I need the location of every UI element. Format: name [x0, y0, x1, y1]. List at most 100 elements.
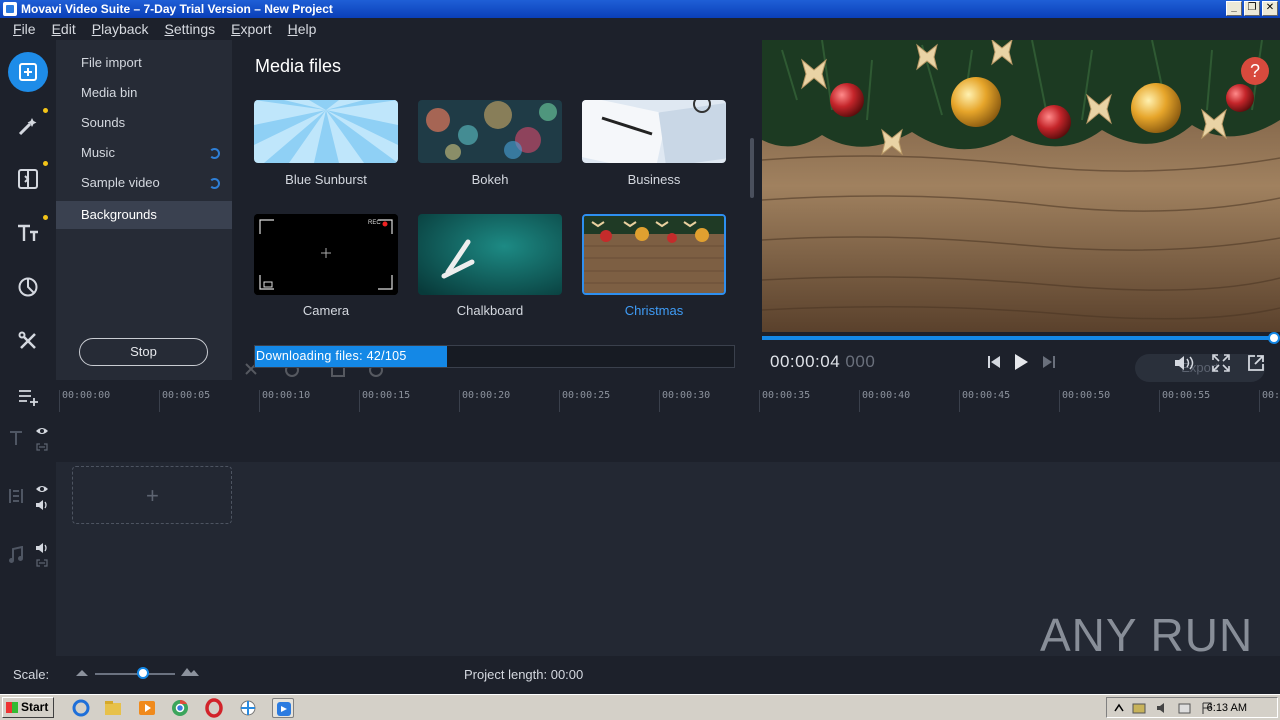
zoom-in-icon[interactable] [181, 666, 199, 676]
timeline-ruler[interactable]: 00:00:00 00:00:05 00:00:10 00:00:15 00:0… [56, 384, 1280, 414]
thumb-chalkboard[interactable] [418, 214, 562, 295]
bottom-bar: Scale: Project length: 00:00 [0, 656, 1280, 692]
zoom-out-icon[interactable] [76, 668, 88, 676]
stop-button[interactable]: Stop [79, 338, 208, 366]
video-preview[interactable]: ? [762, 40, 1280, 332]
playback-seek-knob[interactable] [1268, 332, 1280, 344]
eye-icon[interactable] [35, 484, 49, 494]
fullscreen-icon[interactable] [1212, 354, 1230, 372]
plus-icon: + [146, 483, 159, 508]
media-scrollbar[interactable] [750, 138, 754, 198]
start-button[interactable]: Start [2, 697, 54, 718]
sticker-icon [18, 277, 38, 297]
track-headers [0, 414, 56, 656]
help-button[interactable]: ? [1241, 57, 1269, 85]
filters-tool-button[interactable] [8, 106, 48, 146]
titles-tool-button[interactable] [8, 213, 48, 253]
transitions-tool-button[interactable] [8, 159, 48, 199]
ie-icon[interactable] [70, 698, 92, 718]
play-icon[interactable] [1012, 354, 1030, 370]
scale-slider-track[interactable] [95, 673, 175, 675]
media-player-icon[interactable] [136, 698, 158, 718]
thumb-business[interactable] [582, 100, 726, 163]
opera-icon[interactable] [203, 698, 225, 718]
scale-slider-knob[interactable] [137, 667, 149, 679]
detach-preview-icon[interactable] [1247, 354, 1265, 372]
clock: 6:13 AM [1206, 702, 1247, 714]
video-track[interactable] [56, 462, 1280, 528]
thumb-camera[interactable]: REC [254, 214, 398, 295]
ruler-tick: 00:00:55 [1158, 390, 1211, 412]
category-sample-video[interactable]: Sample video [56, 169, 232, 197]
media-panel: Media files Blue Sunburst Bokeh Business… [232, 40, 760, 380]
scale-label: Scale: [13, 667, 50, 682]
link-icon[interactable] [35, 442, 49, 452]
ruler-tick: 00:00:10 [258, 390, 311, 412]
menu-edit[interactable]: Edit [44, 21, 84, 37]
menu-help[interactable]: Help [280, 21, 325, 37]
loading-spinner-icon [209, 178, 220, 189]
ruler-tick: 00:00:20 [458, 390, 511, 412]
category-file-import[interactable]: File import [56, 49, 232, 77]
tools-icon [18, 331, 36, 349]
menu-playback[interactable]: Playback [84, 21, 157, 37]
magic-wand-icon [18, 118, 37, 136]
chalkboard-image [418, 214, 562, 295]
thumb-blue-sunburst[interactable] [254, 100, 398, 163]
menu-bar: File Edit Playback Settings Export Help [0, 19, 1280, 39]
thumb-label: Bokeh [471, 172, 509, 187]
speaker-icon[interactable] [35, 542, 49, 554]
minimize-button[interactable]: _ [1226, 1, 1242, 16]
category-sounds[interactable]: Sounds [56, 109, 232, 137]
ruler-tick: 00:00:45 [958, 390, 1011, 412]
system-tray: 6:13 AM [1106, 697, 1278, 718]
thumb-christmas[interactable] [582, 214, 726, 295]
explorer-icon[interactable] [102, 698, 124, 718]
anyrun-watermark: ANY RUN [1040, 609, 1254, 661]
volume-icon[interactable] [1173, 354, 1195, 372]
category-backgrounds[interactable]: Backgrounds [56, 201, 232, 229]
export-button[interactable]: Export [1135, 354, 1265, 382]
more-tools-button[interactable] [8, 321, 48, 361]
thumb-bokeh[interactable] [418, 100, 562, 163]
menu-file[interactable]: File [5, 21, 44, 37]
category-media-bin[interactable]: Media bin [56, 79, 232, 107]
new-badge-dot [43, 161, 48, 166]
add-track-icon[interactable] [18, 388, 40, 406]
import-tool-button[interactable] [8, 52, 48, 92]
skip-forward-icon[interactable] [1040, 354, 1058, 370]
download-progress-text: Downloading files: 42/105 [256, 349, 407, 363]
eye-icon[interactable] [35, 426, 49, 436]
close-button[interactable]: ✕ [1262, 1, 1278, 16]
ruler-tick: 00:00:25 [558, 390, 611, 412]
title-track[interactable] [56, 414, 1280, 462]
chrome-icon[interactable] [169, 698, 191, 718]
new-badge-dot [43, 108, 48, 113]
loading-spinner-icon [209, 148, 220, 159]
blue-sunburst-image [254, 100, 398, 163]
windows-taskbar: Start 6:13 AM [0, 694, 1280, 720]
playback-seekbar[interactable] [762, 336, 1274, 340]
restore-button[interactable]: ❐ [1244, 1, 1260, 16]
menu-export[interactable]: Export [223, 21, 279, 37]
skip-back-icon[interactable] [985, 354, 1003, 370]
movavi-app-icon[interactable] [272, 698, 294, 718]
menu-settings[interactable]: Settings [157, 21, 224, 37]
thumb-label-selected: Christmas [624, 303, 684, 318]
transition-icon [18, 169, 38, 189]
rec-label: REC [368, 220, 381, 226]
camera-frame-image [254, 214, 398, 295]
link-icon[interactable] [35, 558, 49, 568]
category-music-label: Music [81, 145, 115, 160]
stickers-tool-button[interactable] [8, 267, 48, 307]
speaker-icon[interactable] [35, 499, 49, 511]
media-title: Media files [255, 56, 342, 76]
app-icon [3, 2, 17, 16]
window-title: Movavi Video Suite – 7-Day Trial Version… [21, 2, 333, 16]
add-media-dropzone[interactable]: + [72, 466, 232, 524]
thumb-label: Blue Sunburst [285, 172, 367, 187]
category-music[interactable]: Music [56, 139, 232, 167]
ruler-tick: 00:00:05 [158, 390, 211, 412]
title-track-icon [10, 431, 22, 445]
movavi-installer-icon[interactable] [237, 698, 259, 718]
